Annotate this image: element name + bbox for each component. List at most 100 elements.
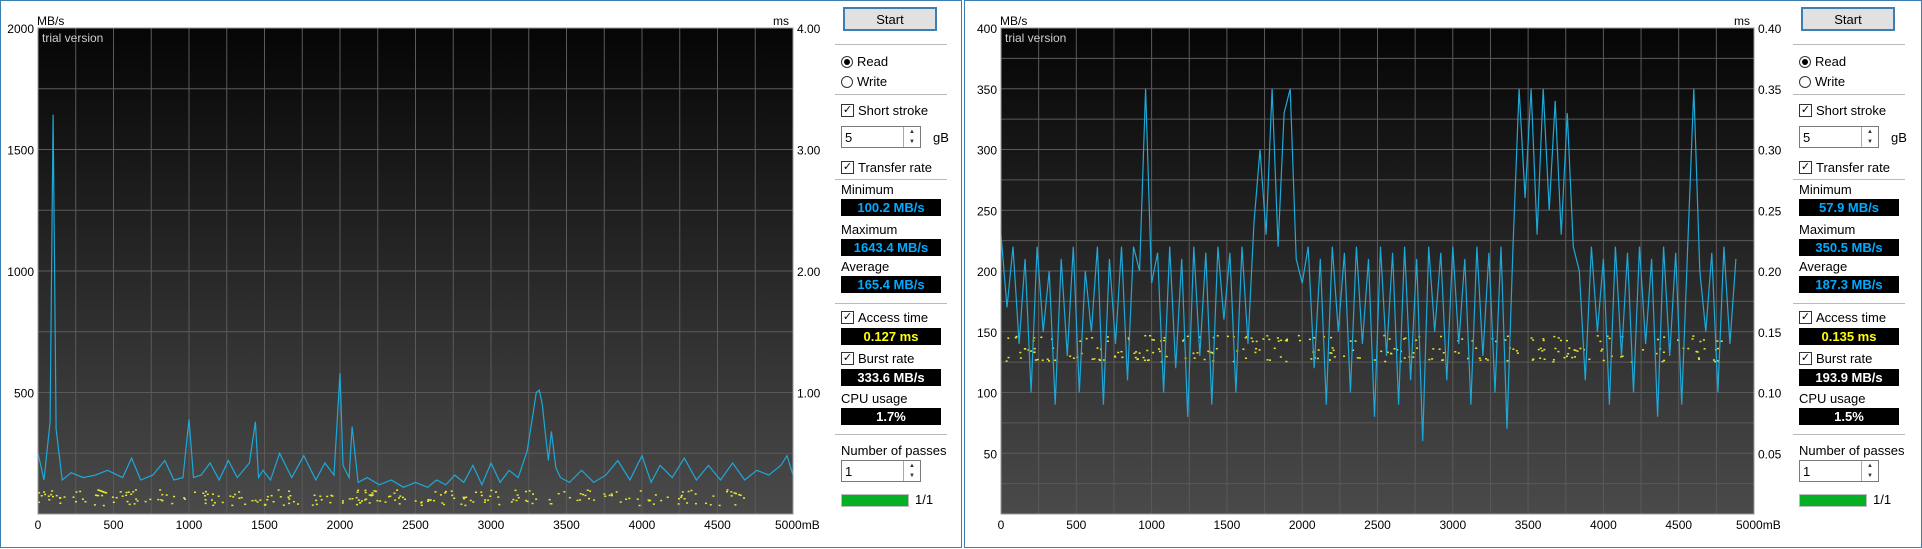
access-time-dot (211, 493, 214, 495)
access-time-dot (489, 495, 492, 497)
y-tick-label: 2000 (7, 22, 34, 36)
y-tick-label: 100 (977, 387, 997, 401)
access-time-dot (229, 495, 232, 497)
arrow-down-icon[interactable]: ▼ (904, 137, 920, 147)
write-radio[interactable]: Write (841, 73, 887, 90)
access-time-dot (313, 494, 316, 497)
checkmark-icon[interactable]: ✓ (841, 161, 854, 174)
access-time-checkbox[interactable]: ✓ Access time (841, 309, 928, 326)
benchmark-panel-right: trial version MB/s ms 50 100 150 200 250 300 350 4… (964, 0, 1922, 548)
passes-value[interactable]: 1 (845, 464, 852, 479)
radio-empty-icon[interactable] (1799, 75, 1811, 88)
access-time-dot (1079, 340, 1082, 342)
write-radio[interactable]: Write (1799, 73, 1845, 90)
access-time-dot (47, 495, 50, 497)
access-time-dot (734, 504, 737, 506)
access-time-dot (1441, 359, 1444, 361)
access-time-dot (730, 491, 733, 493)
access-time-dot (44, 493, 47, 496)
access-time-checkbox[interactable]: ✓ Access time (1799, 309, 1886, 326)
access-time-dot (1331, 347, 1334, 349)
access-time-dot (1557, 350, 1560, 353)
short-stroke-value[interactable]: 5 (845, 130, 852, 145)
transfer-rate-checkbox[interactable]: ✓ Transfer rate (841, 159, 932, 176)
checkmark-icon[interactable]: ✓ (841, 311, 854, 324)
access-time-dot (1566, 339, 1569, 342)
access-time-dot (1478, 357, 1481, 359)
x-tick-label: 4500 (1665, 518, 1692, 532)
arrow-down-icon[interactable]: ▼ (1862, 471, 1878, 481)
checkmark-icon[interactable]: ✓ (841, 352, 854, 365)
checkmark-icon[interactable]: ✓ (1799, 311, 1812, 324)
radio-empty-icon[interactable] (841, 75, 853, 88)
access-time-dot (429, 499, 432, 501)
arrow-up-icon[interactable]: ▲ (904, 127, 920, 137)
y2-tick-label: 0.10 (1758, 387, 1782, 401)
access-time-dot (1091, 337, 1094, 339)
access-time-dot (1699, 340, 1702, 343)
access-time-dot (712, 495, 715, 497)
access-time-dot (584, 494, 587, 497)
access-time-dot (356, 491, 359, 493)
read-radio[interactable]: Read (1799, 53, 1846, 70)
arrow-down-icon[interactable]: ▼ (904, 471, 920, 481)
transfer-rate-checkbox[interactable]: ✓ Transfer rate (1799, 159, 1890, 176)
checkmark-icon[interactable]: ✓ (1799, 104, 1812, 117)
x-tick-label: 3500 (1515, 518, 1542, 532)
access-time-dot (1019, 357, 1022, 359)
maximum-value: 350.5 MB/s (1799, 239, 1899, 256)
access-time-dot (460, 503, 463, 505)
access-time-dot (1504, 339, 1507, 341)
access-time-dot (484, 499, 487, 501)
checkmark-icon[interactable]: ✓ (1799, 161, 1812, 174)
access-time-dot (48, 498, 51, 501)
access-time-dot (694, 502, 697, 505)
passes-stepper[interactable]: 1 ▲ ▼ (1799, 460, 1879, 482)
access-time-dot (128, 503, 131, 506)
access-time-dot (516, 494, 519, 496)
access-time-dot (1574, 356, 1577, 358)
checkmark-icon[interactable]: ✓ (841, 104, 854, 117)
burst-rate-value: 193.9 MB/s (1799, 369, 1899, 386)
short-stroke-checkbox[interactable]: ✓ Short stroke (1799, 102, 1886, 119)
short-stroke-stepper[interactable]: 5 ▲ ▼ (841, 126, 921, 148)
access-time-dot (1720, 340, 1723, 342)
start-button[interactable]: Start (1801, 7, 1895, 31)
x-tick-label: 1000 (1138, 518, 1165, 532)
arrow-down-icon[interactable]: ▼ (1862, 137, 1878, 147)
access-time-dot (1349, 340, 1352, 342)
burst-rate-label: Burst rate (858, 351, 915, 366)
short-stroke-checkbox[interactable]: ✓ Short stroke (841, 102, 928, 119)
access-time-dot (1532, 339, 1535, 341)
access-time-dot (376, 499, 379, 502)
access-time-dot (1193, 357, 1196, 359)
burst-rate-checkbox[interactable]: ✓ Burst rate (1799, 350, 1872, 367)
access-time-dot (277, 489, 280, 491)
short-stroke-stepper[interactable]: 5 ▲ ▼ (1799, 126, 1879, 148)
access-time-dot (1007, 337, 1010, 339)
access-time-dot (1698, 358, 1701, 360)
arrow-up-icon[interactable]: ▲ (1862, 127, 1878, 137)
arrow-up-icon[interactable]: ▲ (904, 461, 920, 471)
x-tick-label: 2000 (1289, 518, 1316, 532)
access-time-dot (288, 502, 291, 505)
start-button[interactable]: Start (843, 7, 937, 31)
access-time-dot (615, 491, 618, 493)
radio-selected-icon[interactable] (841, 55, 853, 68)
access-time-dot (1093, 358, 1096, 360)
passes-stepper[interactable]: 1 ▲ ▼ (841, 460, 921, 482)
access-time-dot (1099, 359, 1102, 362)
access-time-dot (40, 495, 43, 497)
access-time-dot (393, 492, 396, 494)
access-time-dot (1244, 357, 1247, 360)
arrow-up-icon[interactable]: ▲ (1862, 461, 1878, 471)
access-time-dot (136, 500, 139, 502)
read-radio[interactable]: Read (841, 53, 888, 70)
checkmark-icon[interactable]: ✓ (1799, 352, 1812, 365)
burst-rate-checkbox[interactable]: ✓ Burst rate (841, 350, 914, 367)
access-time-dot (625, 498, 628, 500)
passes-value[interactable]: 1 (1803, 464, 1810, 479)
access-time-dot (1163, 339, 1166, 342)
radio-selected-icon[interactable] (1799, 55, 1811, 68)
short-stroke-value[interactable]: 5 (1803, 130, 1810, 145)
